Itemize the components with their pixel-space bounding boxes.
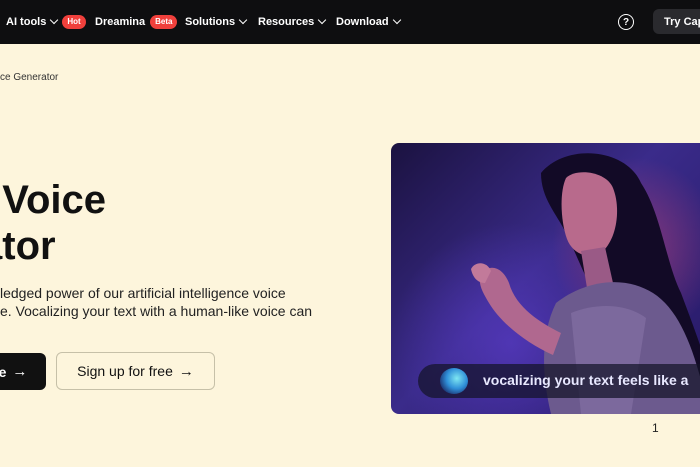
title-line: I Voice — [0, 178, 106, 222]
nav-item-solutions[interactable]: Solutions — [185, 0, 248, 44]
description-line: e. Vocalizing your text with a human-lik… — [0, 303, 313, 319]
description-line: ledged power of our artificial intellige… — [0, 285, 286, 301]
top-nav: AI tools Hot Dreamina Beta Solutions Res… — [0, 0, 700, 44]
voice-orb-icon — [440, 368, 468, 394]
chevron-down-icon — [318, 15, 327, 25]
nav-item-label: Download — [336, 16, 389, 28]
try-capcut-button[interactable]: Try Capt — [653, 9, 700, 34]
page-title: I Voice ator — [0, 177, 106, 269]
arrow-right-icon: → — [178, 362, 194, 380]
chevron-down-icon — [392, 15, 401, 25]
chevron-down-icon — [50, 15, 59, 25]
hot-badge: Hot — [62, 15, 86, 29]
arrow-right-icon: → — [12, 363, 28, 380]
title-line: ator — [0, 224, 56, 268]
nav-item-label: Solutions — [185, 16, 236, 28]
nav-item-label: AI tools — [6, 16, 47, 28]
video-caption: vocalizing your text feels like a — [483, 372, 689, 388]
nav-item-label: Resources — [258, 16, 315, 28]
nav-item-resources[interactable]: Resources — [258, 0, 327, 44]
nav-item-label: Dreamina — [95, 16, 146, 28]
nav-item-ai-tools[interactable]: AI tools Hot — [6, 0, 86, 44]
try-free-button[interactable]: e → — [0, 353, 46, 390]
breadcrumb[interactable]: ce Generator — [0, 72, 58, 83]
button-label: e — [0, 363, 7, 380]
chevron-down-icon — [238, 15, 248, 25]
beta-badge: Beta — [150, 15, 178, 29]
button-label: Sign up for free — [77, 363, 173, 379]
sign-up-button[interactable]: Sign up for free → — [56, 352, 215, 390]
nav-item-dreamina[interactable]: Dreamina Beta — [95, 0, 178, 44]
nav-item-download[interactable]: Download — [336, 0, 401, 44]
help-icon[interactable]: ? — [618, 14, 634, 30]
page-number: 1 — [652, 421, 659, 435]
hero-description: ledged power of our artificial intellige… — [0, 284, 330, 320]
